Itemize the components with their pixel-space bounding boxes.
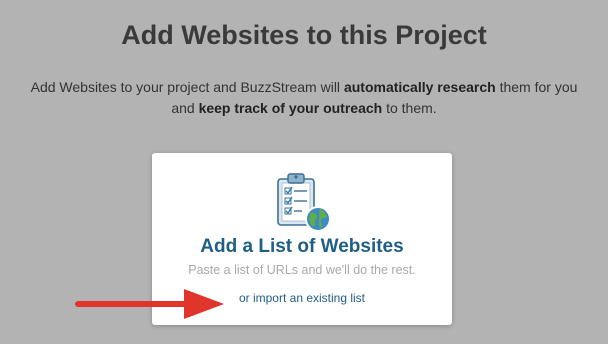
red-arrow-icon — [72, 285, 232, 325]
add-list-title[interactable]: Add a List of Websites — [152, 236, 452, 258]
intro-bold2: keep track of your outreach — [198, 100, 383, 116]
intro-part1: Add Websites to your project and BuzzStr… — [30, 79, 344, 95]
intro-part3: and — [171, 100, 199, 116]
intro-text: Add Websites to your project and BuzzStr… — [0, 77, 608, 119]
add-list-subtitle: Paste a list of URLs and we'll do the re… — [188, 263, 416, 277]
intro-part2: them for you — [495, 79, 578, 95]
clipboard-checklist-globe-icon — [276, 173, 332, 233]
intro-bold1: automatically research — [343, 79, 496, 95]
page-title: Add Websites to this Project — [121, 20, 487, 50]
intro-part4: to them. — [382, 100, 437, 116]
